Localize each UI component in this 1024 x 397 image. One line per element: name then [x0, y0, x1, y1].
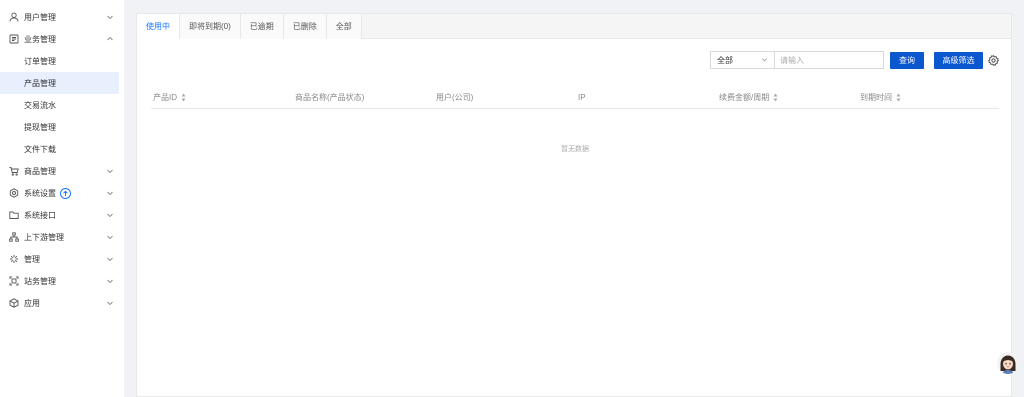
- sidebar-item-site-management[interactable]: 站务管理: [0, 270, 124, 292]
- advanced-filter-button[interactable]: 高级筛选: [934, 51, 983, 69]
- sidebar-item-system-settings[interactable]: 系统设置: [0, 182, 124, 204]
- chevron-down-icon: [106, 277, 114, 285]
- chevron-down-icon: [106, 189, 114, 197]
- column-label: 用户(公司): [436, 92, 474, 102]
- cart-icon: [9, 166, 19, 176]
- column-header-expiry[interactable]: 到期时间: [860, 91, 901, 103]
- sidebar-item-label: 应用: [24, 298, 40, 308]
- gear-icon: [9, 188, 19, 198]
- sidebar-subitem-downloads[interactable]: 文件下载: [0, 138, 124, 160]
- sidebar-item-applications[interactable]: 应用: [0, 292, 124, 314]
- cube-icon: [9, 298, 19, 308]
- sidebar: 用户管理 业务管理 订单管理 产品管理 交易流水 提现管理 文件下载 商品管理 …: [0, 0, 124, 397]
- column-header-renewal[interactable]: 续费金额/周期: [719, 91, 778, 103]
- settings-gear-icon[interactable]: [988, 54, 999, 66]
- chevron-down-icon: [106, 13, 114, 21]
- empty-state: 暂无数据: [561, 146, 589, 153]
- sidebar-subitem-withdrawals[interactable]: 提现管理: [0, 116, 124, 138]
- sidebar-item-business-management[interactable]: 业务管理: [0, 28, 124, 50]
- table-header: 产品ID 商品名称(产品状态) 用户(公司) IP 续费金额/周期 到期时间: [151, 91, 999, 109]
- filter-toolbar: 全部 查询 高级筛选: [710, 51, 999, 69]
- sparkle-icon: [9, 254, 19, 264]
- filter-select[interactable]: 全部: [710, 51, 775, 69]
- sort-icon[interactable]: [181, 93, 186, 102]
- sidebar-item-management[interactable]: 管理: [0, 248, 124, 270]
- sidebar-item-system-interface[interactable]: 系统接口: [0, 204, 124, 226]
- status-tabs: 使用中 即将到期(0) 已逾期 已删除 全部: [137, 14, 1011, 39]
- network-icon: [9, 232, 19, 242]
- chevron-down-icon: [106, 255, 114, 263]
- sidebar-subitem-products[interactable]: 产品管理: [0, 72, 119, 94]
- column-header-user: 用户(公司): [436, 91, 473, 103]
- tab-in-use[interactable]: 使用中: [137, 14, 180, 39]
- user-icon: [9, 12, 19, 22]
- column-header-product-id[interactable]: 产品ID: [153, 91, 186, 103]
- sidebar-subitem-transactions[interactable]: 交易流水: [0, 94, 124, 116]
- column-header-product-name: 商品名称(产品状态): [295, 91, 364, 103]
- search-input[interactable]: [775, 51, 884, 69]
- chevron-down-icon: [106, 167, 114, 175]
- sidebar-item-goods-management[interactable]: 商品管理: [0, 160, 124, 182]
- chevron-down-icon: [106, 211, 114, 219]
- frame-icon: [9, 276, 19, 286]
- tab-overdue[interactable]: 已逾期: [240, 14, 284, 39]
- chevron-down-icon: [106, 299, 114, 307]
- tab-deleted[interactable]: 已删除: [283, 14, 327, 39]
- assistant-avatar[interactable]: [997, 352, 1019, 374]
- column-label: 到期时间: [860, 92, 892, 102]
- filter-select-value: 全部: [717, 55, 733, 65]
- chevron-down-icon: [106, 233, 114, 241]
- column-header-ip: IP: [578, 91, 586, 103]
- column-label: IP: [578, 92, 586, 102]
- sidebar-item-label: 系统设置: [24, 188, 56, 198]
- chevron-up-icon: [106, 35, 114, 43]
- tab-expiring-soon[interactable]: 即将到期(0): [180, 14, 241, 39]
- chevron-down-icon: [761, 56, 768, 65]
- sidebar-item-label: 上下游管理: [24, 232, 64, 242]
- sort-icon[interactable]: [773, 93, 778, 102]
- document-icon: [9, 34, 19, 44]
- sidebar-subitem-orders[interactable]: 订单管理: [0, 50, 124, 72]
- sidebar-item-user-management[interactable]: 用户管理: [0, 6, 124, 28]
- sidebar-item-label: 商品管理: [24, 166, 56, 176]
- sidebar-item-label: 管理: [24, 254, 40, 264]
- sort-icon[interactable]: [896, 93, 901, 102]
- sidebar-item-label: 系统接口: [24, 210, 56, 220]
- upgrade-icon[interactable]: [60, 187, 71, 199]
- sidebar-item-label: 站务管理: [24, 276, 56, 286]
- sidebar-item-upstream-downstream[interactable]: 上下游管理: [0, 226, 124, 248]
- column-label: 产品ID: [153, 92, 177, 102]
- folder-icon: [9, 210, 19, 220]
- tab-all[interactable]: 全部: [326, 14, 362, 39]
- search-button[interactable]: 查询: [890, 51, 924, 69]
- main-panel: 使用中 即将到期(0) 已逾期 已删除 全部 全部 查询 高级筛选 产品ID 商…: [136, 13, 1012, 397]
- sidebar-item-label: 用户管理: [24, 12, 56, 22]
- column-label: 续费金额/周期: [719, 92, 770, 102]
- sidebar-item-label: 业务管理: [24, 34, 56, 44]
- column-label: 商品名称(产品状态): [295, 92, 365, 102]
